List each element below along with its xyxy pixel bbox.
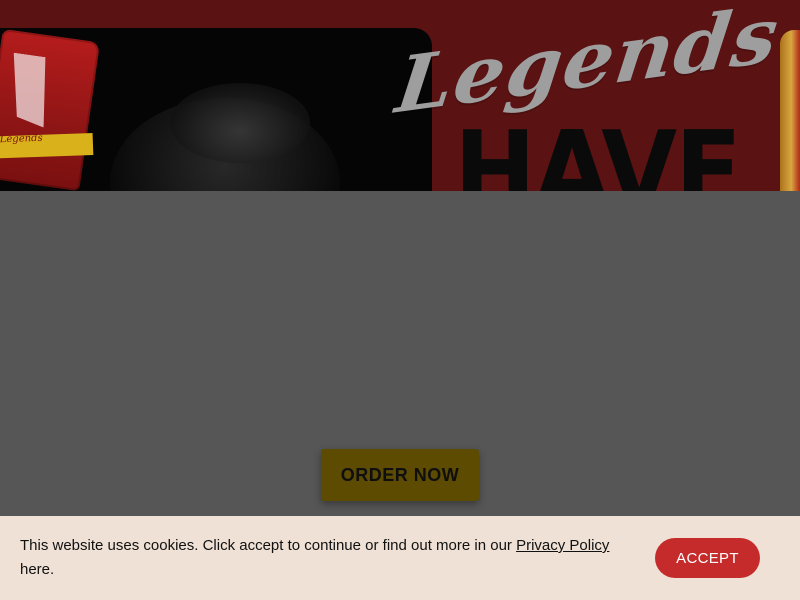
- cookie-message-text: This website uses cookies. Click accept …: [20, 537, 512, 554]
- cookie-message-suffix: here.: [20, 561, 55, 578]
- chips-bag-graphic: [4, 53, 53, 128]
- accept-cookies-button[interactable]: ACCEPT: [655, 538, 760, 578]
- hero-headline: HAVE: [454, 109, 742, 191]
- cookie-message: This website uses cookies. Click accept …: [20, 534, 620, 582]
- chips-bag-brand: Legends: [0, 132, 43, 146]
- order-now-button[interactable]: ORDER NOW: [321, 449, 479, 501]
- bottle-image: [780, 30, 800, 191]
- hero-banner: Legends Legends HAVE: [0, 0, 800, 191]
- privacy-policy-link[interactable]: Privacy Policy: [516, 537, 609, 554]
- hero-photo-hair-highlight: [170, 83, 310, 163]
